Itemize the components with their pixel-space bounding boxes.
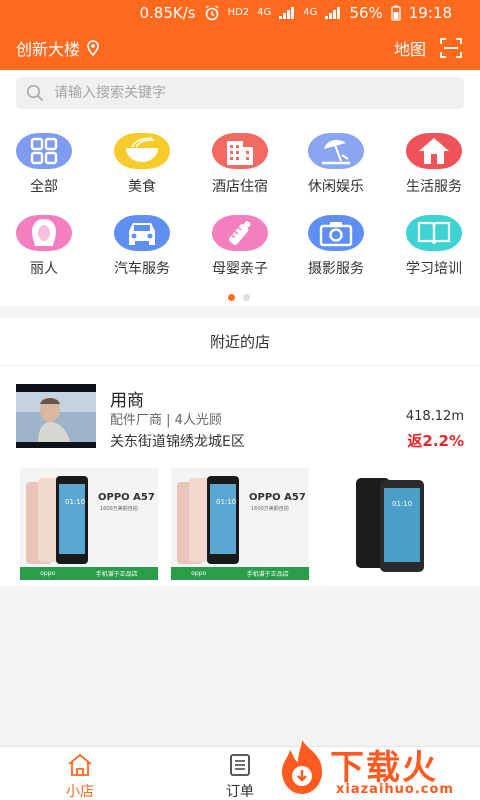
network-type-1: 4G bbox=[257, 7, 272, 18]
woman-profile-icon bbox=[16, 215, 72, 251]
clock: 19:18 bbox=[408, 4, 452, 22]
category-photography[interactable]: 摄影服务 bbox=[288, 198, 384, 278]
page-dot bbox=[243, 294, 250, 301]
page-indicator bbox=[228, 294, 250, 301]
category-label: 全部 bbox=[30, 179, 58, 195]
shop-meta: 配件厂商 | 4人光顾 bbox=[110, 413, 222, 428]
house-icon bbox=[406, 133, 462, 169]
category-food[interactable]: 美食 bbox=[94, 116, 190, 196]
tab-orders[interactable]: 订单 bbox=[210, 753, 270, 800]
scan-icon[interactable] bbox=[440, 38, 462, 58]
category-label: 学习培训 bbox=[406, 261, 462, 277]
category-label: 生活服务 bbox=[406, 179, 462, 195]
battery-icon bbox=[391, 5, 401, 21]
product-title: OPPO A57 bbox=[98, 492, 155, 503]
watermark: 下载火 xiazaihuo.com bbox=[274, 738, 474, 798]
category-label: 汽车服务 bbox=[114, 261, 170, 277]
category-label: 酒店住宿 bbox=[212, 179, 268, 195]
category-label: 休闲娱乐 bbox=[308, 179, 364, 195]
banner-text: 手机谱于正品店 bbox=[95, 571, 138, 578]
search-box[interactable] bbox=[16, 77, 464, 109]
product-strip: 01:10 OPPO A57 1600万美颜自拍 oppo 手机谱于正品店 01:… bbox=[20, 468, 460, 580]
category-car-service[interactable]: 汽车服务 bbox=[94, 198, 190, 278]
shop-thumbnail bbox=[16, 384, 96, 448]
search-section bbox=[0, 70, 480, 116]
network-speed: 0.85K/s bbox=[139, 4, 196, 22]
product-image[interactable]: 01:10 bbox=[322, 468, 460, 580]
location-pin-icon bbox=[87, 40, 99, 56]
category-leisure[interactable]: 休闲娱乐 bbox=[288, 116, 384, 196]
product-subtitle: 1600万美颜自拍 bbox=[100, 506, 138, 512]
hotel-building-icon bbox=[212, 133, 268, 169]
hd-indicator: HD2 bbox=[227, 7, 250, 18]
tab-label: 订单 bbox=[226, 784, 254, 800]
svg-text:01:10: 01:10 bbox=[65, 498, 85, 506]
shop-rebate: 返2.2% bbox=[407, 432, 464, 450]
flame-logo-icon bbox=[282, 740, 322, 794]
shop-address: 关东街道锦绣龙城E区 bbox=[110, 434, 245, 450]
section-title: 附近的店 bbox=[0, 318, 480, 366]
status-bar: 0.85K/s HD2 4G 4G 56% 19:18 bbox=[0, 0, 480, 26]
grid-icon bbox=[16, 133, 72, 169]
alarm-icon bbox=[205, 5, 219, 21]
tab-label: 小店 bbox=[66, 784, 94, 800]
category-hotel[interactable]: 酒店住宿 bbox=[192, 116, 288, 196]
product-image[interactable]: 01:10 OPPO A57 1600万美颜自拍 oppo 手机谱于正品店 bbox=[171, 468, 309, 580]
app-header: 创新大楼 地图 bbox=[0, 26, 480, 70]
product-title: OPPO A57 bbox=[249, 492, 306, 503]
open-book-icon bbox=[406, 215, 462, 251]
product-subtitle: 1600万美颜自拍 bbox=[251, 506, 289, 512]
shop-name: 用商 bbox=[110, 391, 144, 411]
category-label: 美食 bbox=[128, 179, 156, 195]
product-banner: oppo 手机谱于正品店 bbox=[171, 567, 309, 580]
page-dot-active bbox=[228, 294, 235, 301]
location-selector[interactable]: 创新大楼 bbox=[16, 36, 100, 60]
battery-percent: 56% bbox=[349, 4, 383, 22]
category-education[interactable]: 学习培训 bbox=[386, 198, 480, 278]
order-list-icon bbox=[230, 754, 250, 776]
signal-icon bbox=[279, 7, 295, 19]
watermark-url: xiazaihuo.com bbox=[336, 782, 454, 797]
category-label: 丽人 bbox=[30, 261, 58, 277]
banner-text: 手机谱于正品店 bbox=[246, 571, 289, 578]
nearby-shops-section: 附近的店 用商 配件厂商 | 4人光顾 418.12m 关东街道锦绣龙城E区 返… bbox=[0, 318, 480, 586]
category-life-service[interactable]: 生活服务 bbox=[386, 116, 480, 196]
svg-text:01:10: 01:10 bbox=[392, 500, 412, 508]
shop-distance: 418.12m bbox=[405, 409, 464, 424]
shop-card[interactable]: 用商 配件厂商 | 4人光顾 418.12m 关东街道锦绣龙城E区 返2.2% bbox=[16, 384, 464, 452]
location-name: 创新大楼 bbox=[16, 40, 81, 59]
category-mother-baby[interactable]: 母婴亲子 bbox=[192, 198, 288, 278]
product-image[interactable]: 01:10 OPPO A57 1600万美颜自拍 oppo 手机谱于正品店 bbox=[20, 468, 158, 580]
map-link[interactable]: 地图 bbox=[394, 36, 426, 60]
category-label: 摄影服务 bbox=[308, 261, 364, 277]
category-label: 母婴亲子 bbox=[212, 261, 268, 277]
search-input[interactable] bbox=[54, 85, 434, 101]
signal-icon-2 bbox=[325, 7, 341, 19]
svg-text:01:10: 01:10 bbox=[216, 498, 236, 506]
home-icon bbox=[68, 753, 92, 776]
noodle-bowl-icon bbox=[114, 133, 170, 169]
banner-brand: oppo bbox=[40, 570, 56, 577]
search-icon bbox=[26, 84, 44, 102]
banner-brand: oppo bbox=[191, 570, 207, 577]
baby-bottle-icon bbox=[212, 215, 268, 251]
network-type-2: 4G bbox=[303, 7, 318, 18]
category-all[interactable]: 全部 bbox=[0, 116, 92, 196]
car-icon bbox=[114, 215, 170, 251]
camera-icon bbox=[308, 215, 364, 251]
beach-umbrella-icon bbox=[308, 133, 364, 169]
category-beauty[interactable]: 丽人 bbox=[0, 198, 92, 278]
tab-shop[interactable]: 小店 bbox=[50, 753, 110, 800]
product-banner: oppo 手机谱于正品店 bbox=[20, 567, 158, 580]
category-grid: 全部 美食 酒店住宿 休闲娱乐 生活服务 丽人 汽车服务 母婴亲子 摄影服务 学… bbox=[0, 116, 480, 306]
